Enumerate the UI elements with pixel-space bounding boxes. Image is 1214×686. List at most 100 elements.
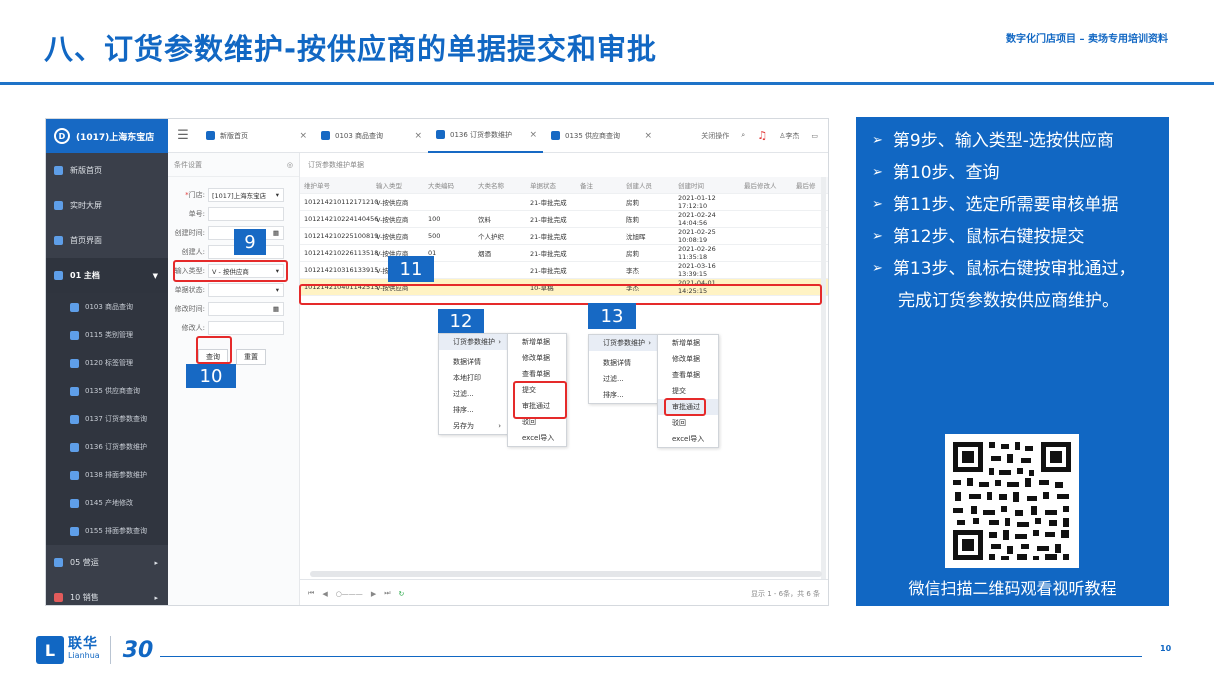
menu-item-sort[interactable]: 排序... xyxy=(589,387,657,403)
table-cell: V-按供应商 xyxy=(376,216,409,224)
horizontal-scrollbar[interactable] xyxy=(310,571,822,577)
store-select[interactable]: [1017]上海东宝店 ▾ xyxy=(208,188,284,202)
column-header[interactable]: 最后修改人 xyxy=(744,180,796,190)
column-header[interactable]: 最后修 xyxy=(796,180,822,190)
sidebar-subitem[interactable]: 0137 订货参数查询 xyxy=(46,405,168,433)
menu-item-sort[interactable]: 排序... xyxy=(439,402,507,418)
reset-button[interactable]: 重置 xyxy=(236,349,266,365)
table-cell: 101214210316133915 xyxy=(304,266,379,274)
anniversary-logo: 30 xyxy=(122,637,154,663)
table-row[interactable]: 101214210316133915 V-按 21-审批完成 李杰 2021-03-16… xyxy=(300,262,828,279)
submenu-new[interactable]: 新增单据 xyxy=(658,335,718,351)
sidebar-item-sales[interactable]: 10 销售 ▸ xyxy=(46,580,168,605)
page-slider[interactable]: ○——— xyxy=(336,590,363,598)
refresh-icon[interactable]: ↻ xyxy=(399,590,405,598)
next-page-icon[interactable]: ▶ xyxy=(371,590,376,598)
subitem-label: 0137 订货参数查询 xyxy=(85,415,148,423)
submenu-reject[interactable]: 驳回 xyxy=(658,415,718,431)
settings-icon[interactable]: ◎ xyxy=(287,161,293,169)
table-row[interactable]: 101214210225100819 V-按供应商 500 个人护织 21-审批完成 沈旭… xyxy=(300,228,828,245)
column-header[interactable]: 创建时间 xyxy=(678,180,744,190)
sidebar-item-ops[interactable]: 05 营运 ▸ xyxy=(46,545,168,580)
submenu-edit[interactable]: 修改单据 xyxy=(658,351,718,367)
sidebar-item-live[interactable]: 实时大屏 xyxy=(46,188,168,223)
menu-item-print[interactable]: 本地打印 xyxy=(439,370,507,386)
tab-home-new[interactable]: 新版首页 × xyxy=(198,119,313,153)
table-row[interactable]: 101214210112171210 V-按供应商 21-审批完成 房莉 2021-01… xyxy=(300,194,828,211)
user-name: 李杰 xyxy=(785,131,800,140)
close-icon[interactable]: × xyxy=(529,130,537,140)
menu-icon[interactable]: ☰ xyxy=(168,128,198,143)
sidebar-subitem[interactable]: 0120 标签管理 xyxy=(46,349,168,377)
callout-11: 11 xyxy=(388,256,434,282)
menu-item-filter[interactable]: 过滤... xyxy=(439,386,507,402)
column-header[interactable]: 创建人员 xyxy=(626,180,678,190)
table-cell: 21-审批完成 xyxy=(530,250,567,258)
doc-input[interactable] xyxy=(208,207,284,221)
tab-icon xyxy=(436,130,445,139)
submenu-new[interactable]: 新增单据 xyxy=(508,334,566,350)
menu-item-saveas[interactable]: 另存为 › xyxy=(439,418,507,434)
close-icon[interactable]: × xyxy=(414,131,422,141)
chevron-right-icon: ▸ xyxy=(154,558,158,567)
first-page-icon[interactable]: ⏮ xyxy=(308,589,314,598)
close-ops-button[interactable]: 关闭操作 xyxy=(701,131,729,141)
lianhua-logo-icon: L xyxy=(36,636,64,664)
table-cell: 01 xyxy=(428,249,437,257)
menu-item-order-params[interactable]: 订货参数维护 › xyxy=(439,334,507,350)
column-header[interactable]: 大类编码 xyxy=(428,180,478,190)
sidebar-item-home-new[interactable]: 新版首页 xyxy=(46,153,168,188)
vertical-scrollbar[interactable] xyxy=(821,177,826,587)
sidebar-subitem[interactable]: 0103 商品查询 xyxy=(46,293,168,321)
modifier-input[interactable] xyxy=(208,321,284,335)
column-header[interactable]: 单据状态 xyxy=(530,180,580,190)
tab-supplier-query[interactable]: 0135 供应商查询 × xyxy=(543,119,658,153)
column-header[interactable]: 维护单号 xyxy=(304,180,376,190)
tab-product-query[interactable]: 0103 商品查询 × xyxy=(313,119,428,153)
screen-icon[interactable]: ▭ xyxy=(811,132,818,140)
context-submenu-2: 新增单据 修改单据 查看单据 提交 审批通过 驳回 excel导入 xyxy=(657,334,719,448)
menu-item-details[interactable]: 数据详情 xyxy=(589,355,657,371)
callout-10: 10 xyxy=(186,364,236,388)
menu-item-order-params[interactable]: 订货参数维护 › xyxy=(589,335,657,351)
sidebar-item-master[interactable]: 01 主档 ▼ xyxy=(46,258,168,293)
submenu-excel[interactable]: excel导入 xyxy=(658,431,718,447)
close-icon[interactable]: × xyxy=(299,131,307,141)
bell-icon[interactable]: ♫ xyxy=(757,129,767,142)
sidebar-subitem[interactable]: 0138 排面参数维护 xyxy=(46,461,168,489)
submenu-view[interactable]: 查看单据 xyxy=(658,367,718,383)
search-icon[interactable]: ⌕ xyxy=(741,131,745,140)
close-icon[interactable]: × xyxy=(644,131,652,141)
sidebar-item-home[interactable]: 首页界面 xyxy=(46,223,168,258)
last-page-icon[interactable]: ⏭ xyxy=(384,589,390,598)
menu-item-details[interactable]: 数据详情 xyxy=(439,354,507,370)
column-header[interactable]: 输入类型 xyxy=(376,180,428,190)
menu-item-filter[interactable]: 过滤... xyxy=(589,371,657,387)
prev-page-icon[interactable]: ◀ xyxy=(322,590,327,598)
table-cell: 个人护织 xyxy=(478,233,504,241)
table-row[interactable]: 101214210226113518 V-按供应商 01 烟酒 21-审批完成 房莉 202… xyxy=(300,245,828,262)
chevron-down-icon: ▼ xyxy=(152,271,158,280)
submenu-submit[interactable]: 提交 xyxy=(658,383,718,399)
user-menu[interactable]: ♙李杰 xyxy=(779,131,799,141)
submenu-excel[interactable]: excel导入 xyxy=(508,430,566,446)
column-header[interactable]: 备注 xyxy=(580,180,626,190)
arrow-bullet-icon: ➢ xyxy=(872,229,883,244)
status-select[interactable]: ▾ xyxy=(208,283,284,297)
item-icon xyxy=(70,442,79,452)
store-row: *门店: [1017]上海东宝店 ▾ xyxy=(168,186,299,204)
table-row[interactable]: 101214210224140456 V-按供应商 100 饮料 21-审批完成 陈莉 20… xyxy=(300,211,828,228)
sidebar-subitem[interactable]: 0155 排面参数查询 xyxy=(46,517,168,545)
submenu-view[interactable]: 查看单据 xyxy=(508,366,566,382)
sidebar-subitem[interactable]: 0136 订货参数维护 xyxy=(46,433,168,461)
sidebar-subitem[interactable]: 0115 类别管理 xyxy=(46,321,168,349)
table-cell: 烟酒 xyxy=(478,250,491,258)
modified-date-input[interactable]: ▦ xyxy=(208,302,284,316)
sidebar-subitem[interactable]: 0145 产地修改 xyxy=(46,489,168,517)
submenu-edit[interactable]: 修改单据 xyxy=(508,350,566,366)
sidebar-subitem[interactable]: 0135 供应商查询 xyxy=(46,377,168,405)
tab-order-params[interactable]: 0136 订货参数维护 × xyxy=(428,119,543,153)
subitem-label: 0145 产地修改 xyxy=(85,499,134,507)
column-header[interactable]: 大类名称 xyxy=(478,180,530,190)
sidebar-brand[interactable]: D (1017)上海东宝店 xyxy=(46,119,168,153)
